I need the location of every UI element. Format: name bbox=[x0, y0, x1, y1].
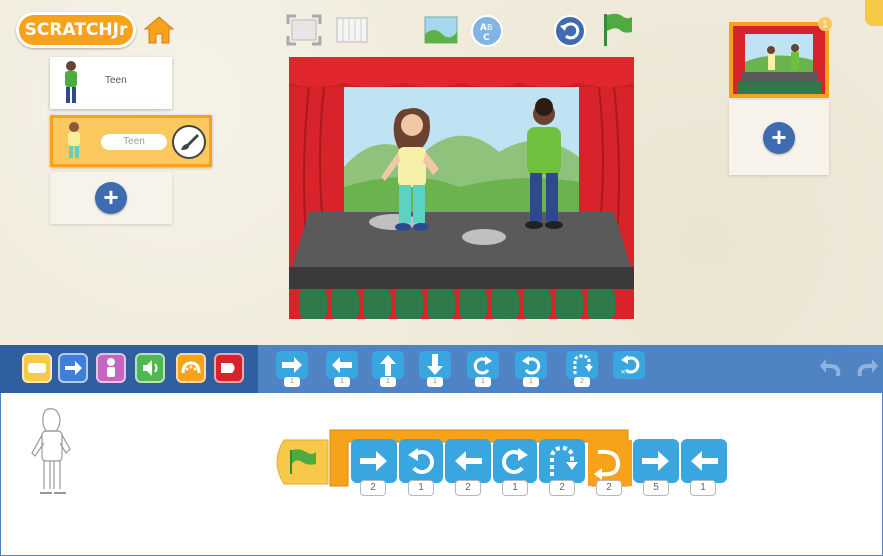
add-page-card: + bbox=[729, 100, 829, 175]
fullscreen-icon[interactable] bbox=[286, 14, 322, 46]
script-block-count[interactable]: 1 bbox=[690, 480, 716, 496]
sprite-name-field[interactable]: Teen bbox=[101, 134, 167, 150]
end-block-icon bbox=[221, 363, 235, 373]
script-block-turn-left[interactable] bbox=[398, 438, 444, 486]
undo-icon[interactable] bbox=[818, 356, 846, 380]
grid-icon[interactable] bbox=[335, 16, 369, 44]
logo-text: SCRATCHJr bbox=[24, 20, 128, 40]
stage[interactable] bbox=[289, 57, 634, 319]
turn-left-icon bbox=[515, 351, 547, 379]
scratchjr-logo[interactable]: SCRATCHJr bbox=[16, 12, 136, 48]
script-block-count[interactable]: 5 bbox=[643, 480, 669, 496]
home-icon[interactable] bbox=[143, 14, 175, 46]
block-count[interactable]: 1 bbox=[427, 377, 443, 387]
svg-text:A: A bbox=[480, 23, 487, 33]
move-right-icon bbox=[276, 351, 308, 379]
palette-block-move-up[interactable]: 1 bbox=[371, 350, 405, 387]
script-block-count[interactable]: 1 bbox=[502, 480, 528, 496]
palette-block-move-right[interactable]: 1 bbox=[275, 350, 309, 387]
control-icon bbox=[181, 361, 201, 374]
page-number-badge: 1 bbox=[818, 17, 832, 31]
teen-girl-thumbnail bbox=[68, 122, 80, 158]
add-character-icon[interactable]: + bbox=[95, 182, 127, 214]
block-count[interactable]: 1 bbox=[475, 377, 491, 387]
hop-icon bbox=[566, 351, 598, 379]
svg-text:×: × bbox=[620, 368, 626, 376]
block-count[interactable]: 1 bbox=[334, 377, 350, 387]
script-block-count[interactable]: 1 bbox=[408, 480, 434, 496]
speaker-icon bbox=[143, 360, 158, 376]
trigger-block-icon bbox=[28, 363, 46, 373]
page-thumbnail[interactable] bbox=[729, 22, 829, 98]
move-up-icon bbox=[372, 351, 404, 379]
script-block-move-right[interactable] bbox=[350, 438, 398, 486]
palette-block-turn-left[interactable]: 1 bbox=[514, 350, 548, 387]
selected-sprite-outline bbox=[31, 408, 71, 494]
script-block-move-left[interactable] bbox=[444, 438, 492, 486]
add-page-icon[interactable]: + bbox=[763, 122, 795, 154]
script-block-hop[interactable] bbox=[538, 438, 586, 486]
triggering-category-button[interactable] bbox=[22, 353, 52, 383]
looks-category-button[interactable] bbox=[96, 353, 126, 383]
sound-category-button[interactable] bbox=[135, 353, 165, 383]
sprite-card-teen-girl-selected[interactable]: Teen bbox=[50, 115, 212, 167]
script-block-move-right-2[interactable] bbox=[632, 438, 680, 486]
script-block-move-left-2[interactable] bbox=[680, 438, 730, 486]
paint-editor-icon[interactable] bbox=[171, 124, 207, 160]
project-info-tab[interactable] bbox=[865, 0, 883, 26]
turn-right-icon bbox=[467, 351, 499, 379]
background-icon[interactable] bbox=[424, 16, 458, 44]
arrow-right-icon bbox=[65, 361, 82, 375]
sprite-name: Teen bbox=[105, 75, 127, 86]
redo-icon[interactable] bbox=[852, 356, 880, 380]
add-character-card: + bbox=[50, 172, 172, 224]
script-block-turn-right[interactable] bbox=[492, 438, 538, 486]
reset-characters-icon[interactable] bbox=[553, 14, 587, 48]
palette-block-go-home[interactable]: × bbox=[612, 350, 646, 380]
palette-block-hop[interactable]: 2 bbox=[565, 350, 599, 387]
sprite-card-teen-boy[interactable]: Teen bbox=[50, 57, 172, 109]
block-count[interactable]: 1 bbox=[523, 377, 539, 387]
control-category-button[interactable] bbox=[176, 353, 206, 383]
go-home-icon: × bbox=[613, 351, 645, 379]
palette-block-turn-right[interactable]: 1 bbox=[466, 350, 500, 387]
page-thumbnail-image bbox=[733, 26, 825, 94]
svg-text:C: C bbox=[483, 33, 490, 43]
text-icon[interactable]: A B C bbox=[470, 14, 504, 48]
sprite-name: Teen bbox=[123, 136, 145, 147]
move-down-icon bbox=[419, 351, 451, 379]
svg-text:B: B bbox=[487, 23, 493, 32]
script-block-count[interactable]: 2 bbox=[360, 480, 386, 496]
script-green-flag-block[interactable] bbox=[270, 438, 332, 486]
motion-category-button[interactable] bbox=[58, 353, 88, 383]
block-count[interactable]: 1 bbox=[284, 377, 300, 387]
script-block-count[interactable]: 2 bbox=[455, 480, 481, 496]
person-icon bbox=[107, 358, 115, 377]
move-left-icon bbox=[326, 351, 358, 379]
green-flag-icon[interactable] bbox=[600, 12, 634, 48]
block-count[interactable]: 2 bbox=[574, 377, 590, 387]
repeat-count[interactable]: 2 bbox=[596, 480, 622, 496]
palette-block-move-left[interactable]: 1 bbox=[325, 350, 359, 387]
teen-boy-thumbnail bbox=[65, 61, 77, 103]
end-category-button[interactable] bbox=[214, 353, 244, 383]
block-count[interactable]: 1 bbox=[380, 377, 396, 387]
theater-background bbox=[289, 57, 634, 319]
script-block-count[interactable]: 2 bbox=[549, 480, 575, 496]
palette-block-move-down[interactable]: 1 bbox=[418, 350, 452, 387]
